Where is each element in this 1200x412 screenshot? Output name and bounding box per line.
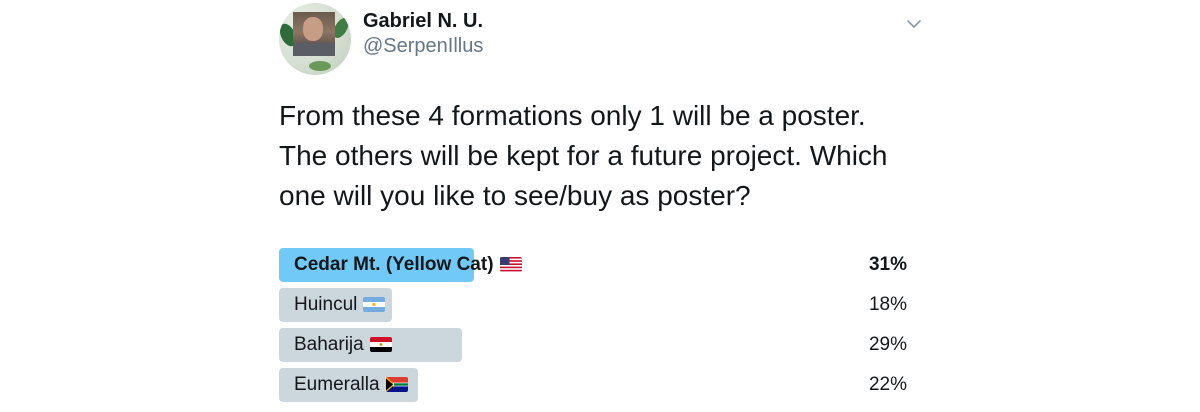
poll-choice-percent: 31% (868, 254, 907, 275)
egypt-flag-icon (369, 337, 392, 352)
tweet-text: From these 4 formations only 1 will be a… (279, 100, 888, 211)
avatar-leaf-decoration (309, 61, 331, 71)
avatar-shirt (293, 43, 335, 56)
poll-choice-huincul[interactable]: Huincul 18% (279, 288, 909, 322)
south-africa-flag-icon (385, 377, 408, 392)
poll-choice-label: Eumeralla (294, 368, 408, 402)
poll-choice-cedar-mt[interactable]: Cedar Mt. (Yellow Cat) 31% (279, 248, 909, 282)
avatar[interactable] (279, 3, 351, 75)
user-handle[interactable]: @SerpenIllus (363, 35, 483, 58)
poll-choice-baharija[interactable]: Baharija 29% (279, 328, 909, 362)
avatar-face (303, 17, 323, 41)
user-display-name[interactable]: Gabriel N. U. (363, 10, 483, 33)
tweet: Gabriel N. U. @SerpenIllus From these 4 … (0, 0, 1200, 412)
poll-choice-eumeralla[interactable]: Eumeralla 22% (279, 368, 909, 402)
poll-choice-label: Cedar Mt. (Yellow Cat) (294, 248, 522, 282)
poll: Cedar Mt. (Yellow Cat) 31% Huincul 18% B… (279, 248, 909, 408)
poll-choice-percent: 29% (868, 334, 907, 355)
poll-choice-label: Huincul (294, 288, 386, 322)
argentina-flag-icon (363, 297, 386, 312)
poll-choice-percent: 22% (868, 374, 907, 395)
poll-choice-label: Baharija (294, 328, 392, 362)
chevron-down-icon[interactable] (904, 14, 924, 34)
us-flag-icon (499, 257, 522, 272)
poll-choice-percent: 18% (868, 294, 907, 315)
